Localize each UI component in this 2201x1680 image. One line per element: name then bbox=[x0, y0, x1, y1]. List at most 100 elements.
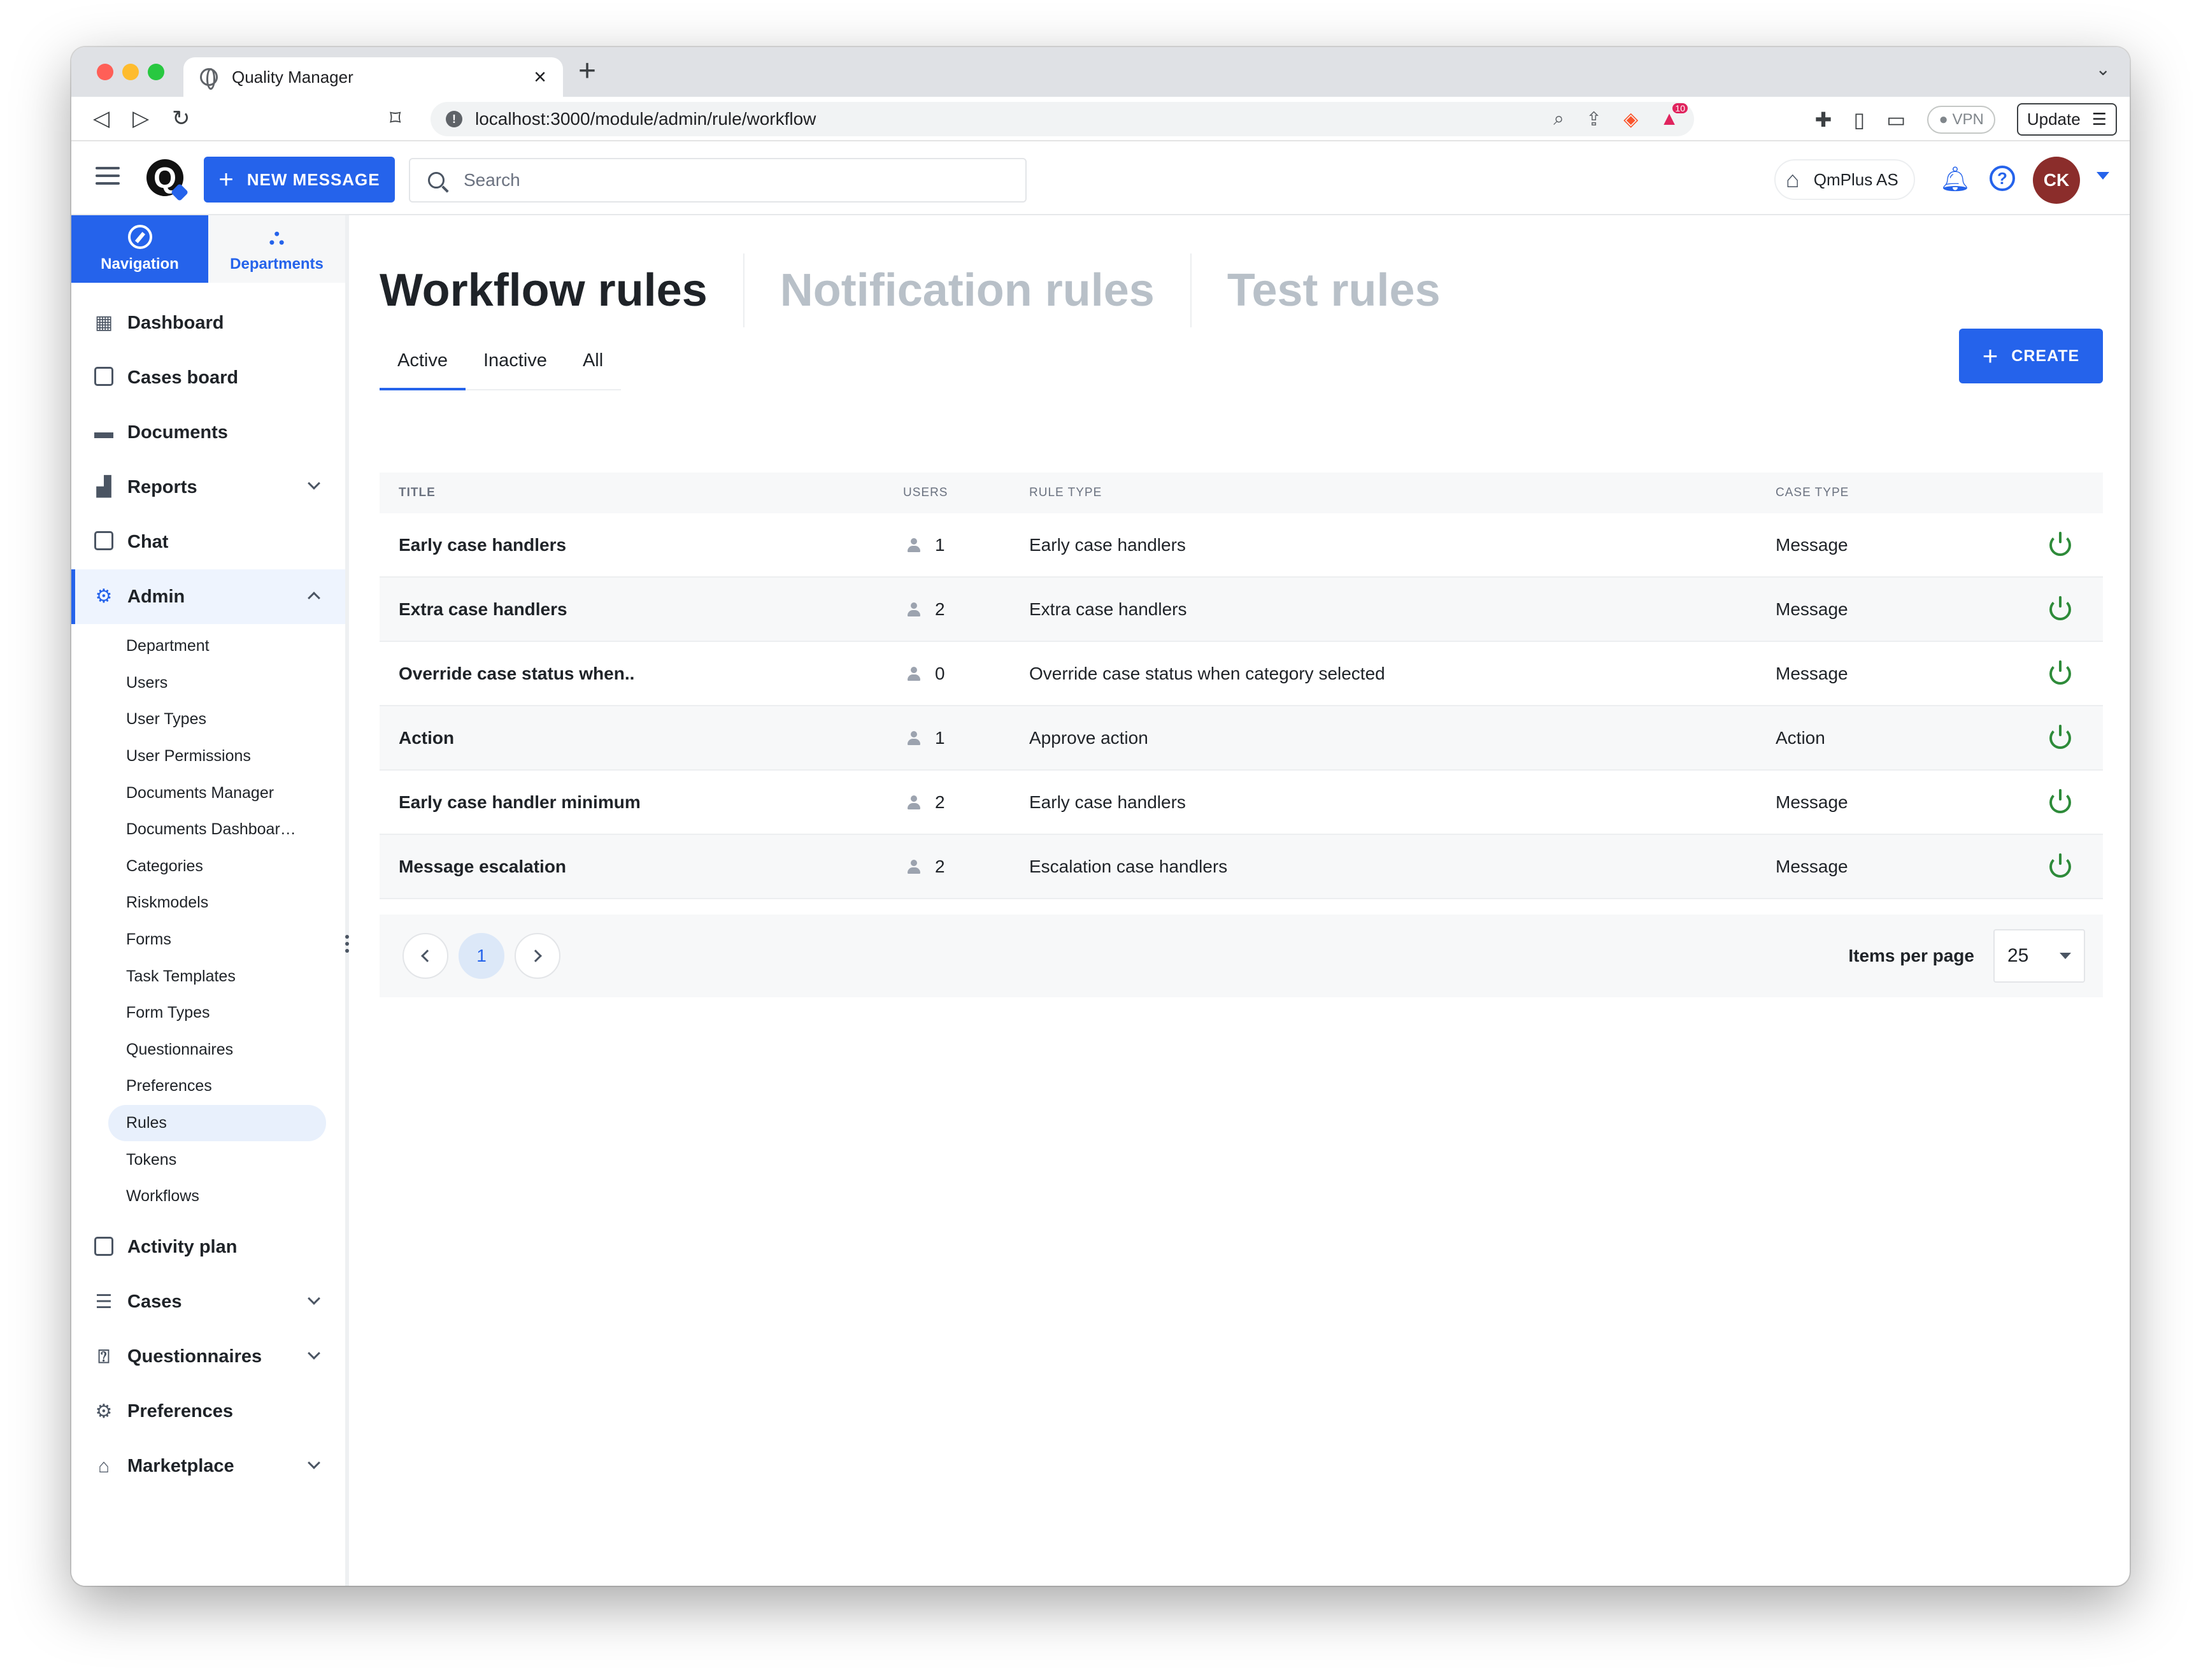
sidebar-item-cases[interactable]: ☰ Cases bbox=[71, 1275, 345, 1330]
prev-page-button[interactable] bbox=[402, 933, 448, 979]
column-header-users[interactable]: USERS bbox=[889, 486, 1029, 500]
chevron-down-icon[interactable] bbox=[308, 1456, 320, 1469]
sidebar-resize-handle[interactable] bbox=[345, 935, 349, 954]
user-count: 0 bbox=[935, 663, 945, 683]
chevron-down-icon[interactable]: ⌄ bbox=[2096, 59, 2111, 80]
reload-icon[interactable]: ↻ bbox=[172, 104, 190, 132]
sidebar-item-questionnaires[interactable]: ⍰ Questionnaires bbox=[71, 1330, 345, 1385]
submenu-item-documents-manager[interactable]: Documents Manager bbox=[108, 774, 326, 811]
heading-test-rules[interactable]: Test rules bbox=[1227, 264, 1476, 317]
submenu-item-forms[interactable]: Forms bbox=[108, 922, 326, 958]
zoom-icon[interactable]: ⌕ bbox=[1553, 108, 1564, 130]
rule-type: Early case handlers bbox=[1029, 534, 1186, 555]
submenu-item-categories[interactable]: Categories bbox=[108, 848, 326, 885]
sidebar-tab-navigation[interactable]: Navigation bbox=[71, 215, 208, 283]
chevron-down-icon[interactable] bbox=[308, 477, 320, 490]
sidebar-item-cases-board[interactable]: Cases board bbox=[71, 350, 345, 405]
next-page-button[interactable] bbox=[515, 933, 560, 979]
app-logo[interactable]: Q bbox=[146, 159, 183, 196]
maximize-window-button[interactable] bbox=[148, 64, 164, 80]
browser-tab[interactable]: Quality Manager × bbox=[183, 57, 563, 97]
submenu-item-task-templates[interactable]: Task Templates bbox=[108, 958, 326, 995]
extensions-icon[interactable]: ✚ bbox=[1815, 108, 1832, 132]
close-window-button[interactable] bbox=[97, 64, 113, 80]
site-info-icon[interactable]: ! bbox=[446, 111, 462, 127]
sidebar-toggle-icon[interactable]: ▯ bbox=[1853, 108, 1865, 132]
column-header-title[interactable]: TITLE bbox=[380, 486, 889, 500]
column-header-rule-type[interactable]: RULE TYPE bbox=[1029, 486, 1776, 500]
new-tab-button[interactable]: + bbox=[578, 56, 596, 87]
back-icon[interactable]: ◁ bbox=[93, 104, 110, 132]
close-tab-icon[interactable]: × bbox=[534, 65, 546, 90]
submenu-item-users[interactable]: Users bbox=[108, 665, 326, 702]
sidebar-item-reports[interactable]: ▟ Reports bbox=[71, 460, 345, 515]
update-button[interactable]: Update ☰ bbox=[2016, 103, 2117, 136]
url-text[interactable]: localhost:3000/module/admin/rule/workflo… bbox=[475, 109, 1532, 129]
submenu-item-preferences[interactable]: Preferences bbox=[108, 1068, 326, 1105]
bookmark-icon[interactable]: ⌑ bbox=[390, 104, 401, 132]
sidebar-item-preferences[interactable]: ⚙ Preferences bbox=[71, 1385, 345, 1439]
caret-down-icon[interactable] bbox=[2097, 172, 2109, 180]
power-toggle-icon[interactable] bbox=[2049, 724, 2071, 749]
power-toggle-icon[interactable] bbox=[2049, 853, 2071, 878]
new-message-button[interactable]: + NEW MESSAGE bbox=[204, 157, 395, 203]
table-row[interactable]: Early case handler minimum 2 Early case … bbox=[380, 771, 2103, 835]
table-row[interactable]: Extra case handlers 2 Extra case handler… bbox=[380, 578, 2103, 642]
submenu-item-department[interactable]: Department bbox=[108, 628, 326, 665]
tab-all[interactable]: All bbox=[565, 336, 621, 389]
heading-workflow-rules[interactable]: Workflow rules bbox=[380, 264, 743, 317]
page-button-current[interactable]: 1 bbox=[459, 933, 504, 979]
hamburger-menu-icon[interactable] bbox=[96, 167, 120, 190]
address-bar[interactable]: ! localhost:3000/module/admin/rule/workf… bbox=[431, 102, 1694, 136]
table-row[interactable]: Early case handlers 1 Early case handler… bbox=[380, 513, 2103, 578]
power-toggle-icon[interactable] bbox=[2049, 660, 2071, 685]
admin-gear-icon: ⚙ bbox=[95, 586, 113, 607]
browser-tabbar: Quality Manager × + ⌄ bbox=[71, 47, 2130, 97]
minimize-window-button[interactable] bbox=[122, 64, 139, 80]
column-header-case-type[interactable]: CASE TYPE bbox=[1776, 486, 2018, 500]
avatar[interactable]: CK bbox=[2033, 157, 2080, 204]
rewards-icon[interactable]: ▲ 10 bbox=[1660, 103, 1688, 130]
table-row[interactable]: Action 1 Approve action Action bbox=[380, 706, 2103, 771]
table-row[interactable]: Message escalation 2 Escalation case han… bbox=[380, 835, 2103, 899]
sidebar-item-chat[interactable]: Chat bbox=[71, 515, 345, 569]
brave-shield-icon[interactable]: ◈ bbox=[1623, 108, 1638, 131]
power-toggle-icon[interactable] bbox=[2049, 595, 2071, 620]
submenu-item-documents-dashboard[interactable]: Documents Dashboar… bbox=[108, 811, 326, 848]
heading-notification-rules[interactable]: Notification rules bbox=[780, 264, 1190, 317]
company-selector[interactable]: ⌂ QmPlus AS bbox=[1774, 159, 1915, 200]
submenu-item-workflows[interactable]: Workflows bbox=[108, 1178, 326, 1215]
vpn-button[interactable]: ● VPN bbox=[1927, 105, 1995, 134]
sidebar-item-dashboard[interactable]: ▦ Dashboard bbox=[71, 295, 345, 350]
table-row[interactable]: Override case status when.. 0 Override c… bbox=[380, 642, 2103, 706]
search-input[interactable]: Search bbox=[409, 158, 1027, 203]
chevron-down-icon[interactable] bbox=[308, 1346, 320, 1360]
chevron-down-icon[interactable] bbox=[308, 1292, 320, 1305]
sidebar-item-activity-plan[interactable]: Activity plan bbox=[71, 1220, 345, 1275]
bell-icon[interactable]: 🔔︎ bbox=[1940, 166, 1970, 194]
submenu-item-form-types[interactable]: Form Types bbox=[108, 995, 326, 1032]
submenu-item-user-permissions[interactable]: User Permissions bbox=[108, 738, 326, 775]
tab-active[interactable]: Active bbox=[380, 336, 466, 390]
share-icon[interactable]: ⇪ bbox=[1586, 108, 1602, 131]
items-per-page-select[interactable]: 25 bbox=[1993, 929, 2085, 983]
submenu-item-tokens[interactable]: Tokens bbox=[108, 1141, 326, 1178]
power-toggle-icon[interactable] bbox=[2049, 531, 2071, 556]
sidebar-item-documents[interactable]: ▬ Documents bbox=[71, 405, 345, 460]
sidebar-tab-departments[interactable]: ⛬ Departments bbox=[208, 215, 345, 283]
forward-icon[interactable]: ▷ bbox=[132, 104, 149, 132]
submenu-item-user-types[interactable]: User Types bbox=[108, 701, 326, 738]
help-icon[interactable]: ? bbox=[1990, 166, 2015, 191]
browser-tab-title: Quality Manager bbox=[232, 67, 353, 87]
create-button[interactable]: + CREATE bbox=[1959, 329, 2103, 383]
sidebar-item-marketplace[interactable]: ⌂ Marketplace bbox=[71, 1439, 345, 1494]
tab-inactive[interactable]: Inactive bbox=[466, 336, 565, 389]
submenu-item-riskmodels[interactable]: Riskmodels bbox=[108, 885, 326, 922]
chevron-up-icon[interactable] bbox=[308, 592, 320, 604]
power-toggle-icon[interactable] bbox=[2049, 788, 2071, 813]
sidebar-item-admin[interactable]: ⚙ Admin bbox=[71, 569, 345, 624]
submenu-item-questionnaires[interactable]: Questionnaires bbox=[108, 1032, 326, 1069]
rewards-badge: 10 bbox=[1672, 103, 1688, 113]
wallet-icon[interactable]: ▭ bbox=[1886, 108, 1905, 132]
submenu-item-rules[interactable]: Rules bbox=[108, 1104, 326, 1142]
